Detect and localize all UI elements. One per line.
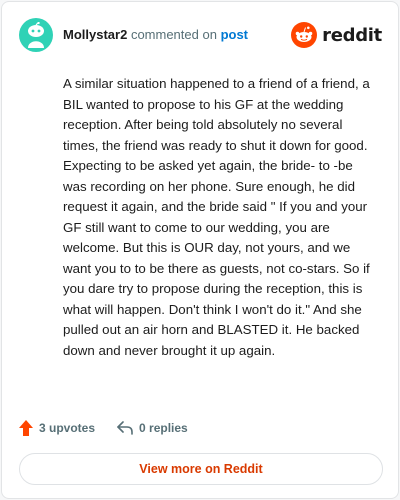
reddit-logo[interactable]: reddit bbox=[291, 22, 382, 48]
post-link[interactable]: post bbox=[221, 27, 248, 42]
comment-embed-card: Mollystar2 commented on post reddit A si… bbox=[1, 1, 399, 499]
comment-meta: Mollystar2 commented on post bbox=[63, 27, 248, 43]
snoo-avatar-icon[interactable] bbox=[19, 18, 53, 52]
reply-arrow-icon bbox=[117, 421, 133, 435]
reddit-snoo-logo-icon bbox=[291, 22, 318, 48]
view-more-button[interactable]: View more on Reddit bbox=[19, 453, 383, 485]
upvote-button[interactable]: 3 upvotes bbox=[19, 420, 95, 436]
replies-button[interactable]: 0 replies bbox=[117, 421, 188, 435]
commented-on-text: commented on bbox=[130, 27, 217, 42]
comment-header: Mollystar2 commented on post reddit bbox=[19, 18, 382, 52]
upvote-count: 3 upvotes bbox=[39, 421, 96, 435]
upvote-arrow-icon bbox=[19, 420, 33, 436]
author-name[interactable]: Mollystar2 bbox=[63, 27, 127, 42]
reply-count: 0 replies bbox=[139, 421, 188, 435]
comment-body: A similar situation happened to a friend… bbox=[63, 76, 370, 358]
reddit-wordmark: reddit bbox=[322, 24, 382, 46]
comment-actions: 3 upvotes 0 replies bbox=[19, 418, 188, 438]
